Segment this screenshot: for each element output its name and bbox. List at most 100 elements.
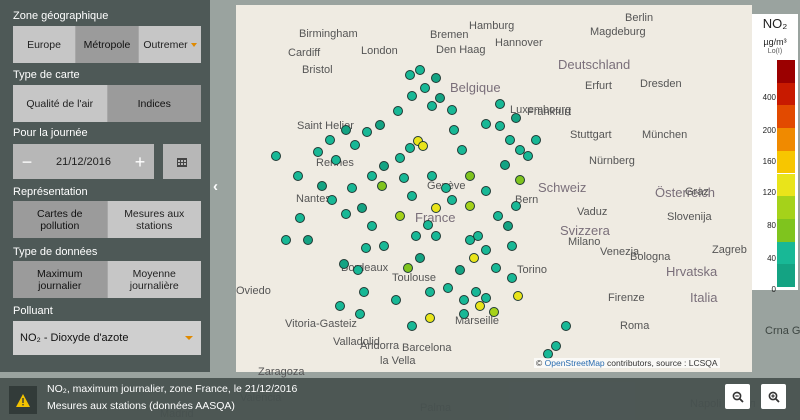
station-marker[interactable] [313, 147, 323, 157]
station-marker[interactable] [425, 313, 435, 323]
station-marker[interactable] [367, 171, 377, 181]
station-marker[interactable] [511, 113, 521, 123]
station-marker[interactable] [350, 140, 360, 150]
station-marker[interactable] [359, 287, 369, 297]
station-marker[interactable] [459, 295, 469, 305]
station-marker[interactable] [353, 265, 363, 275]
station-marker[interactable] [357, 203, 367, 213]
indices-button[interactable]: Indices [107, 85, 201, 122]
pollution-maps-button[interactable]: Cartes de pollution [13, 201, 108, 238]
station-marker[interactable] [317, 181, 327, 191]
station-marker[interactable] [513, 291, 523, 301]
station-marker[interactable] [403, 263, 413, 273]
zone-europe-button[interactable]: Europe [13, 26, 76, 63]
station-marker[interactable] [505, 135, 515, 145]
station-marker[interactable] [327, 195, 337, 205]
date-previous-button[interactable]: − [13, 153, 41, 171]
station-marker[interactable] [425, 287, 435, 297]
station-marker[interactable] [561, 321, 571, 331]
station-marker[interactable] [407, 191, 417, 201]
station-marker[interactable] [427, 171, 437, 181]
station-marker[interactable] [293, 171, 303, 181]
station-marker[interactable] [418, 141, 428, 151]
station-marker[interactable] [341, 209, 351, 219]
air-quality-button[interactable]: Qualité de l'air [13, 85, 108, 122]
station-marker[interactable] [495, 121, 505, 131]
station-marker[interactable] [459, 309, 469, 319]
station-marker[interactable] [447, 195, 457, 205]
daily-average-button[interactable]: Moyenne journalière [107, 261, 201, 298]
station-marker[interactable] [503, 221, 513, 231]
station-marker[interactable] [493, 211, 503, 221]
station-marker[interactable] [489, 307, 499, 317]
station-marker[interactable] [391, 295, 401, 305]
station-marker[interactable] [407, 91, 417, 101]
station-marker[interactable] [339, 259, 349, 269]
station-marker[interactable] [379, 161, 389, 171]
station-marker[interactable] [347, 183, 357, 193]
pollutant-select[interactable]: NO₂ - Dioxyde d'azote [13, 321, 201, 355]
station-marker[interactable] [481, 245, 491, 255]
station-marker[interactable] [295, 213, 305, 223]
station-marker[interactable] [449, 125, 459, 135]
station-marker[interactable] [475, 301, 485, 311]
station-marker[interactable] [355, 309, 365, 319]
zoom-in-button[interactable] [761, 384, 786, 409]
station-marker[interactable] [367, 221, 377, 231]
date-next-button[interactable]: + [126, 153, 154, 171]
station-marker[interactable] [500, 160, 510, 170]
station-marker[interactable] [415, 65, 425, 75]
station-marker[interactable] [491, 263, 501, 273]
station-marker[interactable] [271, 151, 281, 161]
station-marker[interactable] [405, 143, 415, 153]
station-marker[interactable] [507, 241, 517, 251]
station-marker[interactable] [331, 155, 341, 165]
station-marker[interactable] [303, 235, 313, 245]
station-marker[interactable] [407, 321, 417, 331]
station-marker[interactable] [405, 70, 415, 80]
station-marker[interactable] [420, 83, 430, 93]
station-marker[interactable] [481, 186, 491, 196]
station-marker[interactable] [531, 135, 541, 145]
station-marker[interactable] [447, 105, 457, 115]
station-marker[interactable] [465, 171, 475, 181]
station-marker[interactable] [457, 145, 467, 155]
station-marker[interactable] [435, 93, 445, 103]
station-marker[interactable] [511, 201, 521, 211]
station-marker[interactable] [465, 201, 475, 211]
station-marker[interactable] [443, 283, 453, 293]
station-marker[interactable] [495, 99, 505, 109]
date-value[interactable]: 21/12/2016 [41, 156, 126, 168]
station-marker[interactable] [441, 183, 451, 193]
station-marker[interactable] [411, 231, 421, 241]
station-marker[interactable] [427, 101, 437, 111]
station-marker[interactable] [471, 287, 481, 297]
station-marker[interactable] [341, 125, 351, 135]
station-marker[interactable] [465, 235, 475, 245]
calendar-button[interactable] [163, 144, 201, 179]
daily-max-button[interactable]: Maximum journalier [13, 261, 108, 298]
station-marker[interactable] [455, 265, 465, 275]
station-marker[interactable] [515, 175, 525, 185]
station-marker[interactable] [481, 119, 491, 129]
station-marker[interactable] [395, 153, 405, 163]
station-marker[interactable] [431, 73, 441, 83]
station-marker[interactable] [395, 211, 405, 221]
station-marker[interactable] [377, 181, 387, 191]
station-marker[interactable] [393, 106, 403, 116]
warning-button[interactable] [9, 386, 37, 414]
station-marker[interactable] [375, 120, 385, 130]
station-marker[interactable] [469, 253, 479, 263]
openstreetmap-link[interactable]: OpenStreetMap [545, 358, 605, 368]
station-marker[interactable] [415, 253, 425, 263]
station-marker[interactable] [431, 203, 441, 213]
station-marker[interactable] [379, 241, 389, 251]
station-marker[interactable] [551, 341, 561, 351]
station-marker[interactable] [335, 301, 345, 311]
station-measures-button[interactable]: Mesures aux stations [107, 201, 201, 238]
station-marker[interactable] [325, 135, 335, 145]
station-marker[interactable] [423, 220, 433, 230]
collapse-panel-icon[interactable]: ‹ [213, 178, 218, 195]
zoom-out-button[interactable] [725, 384, 750, 409]
station-marker[interactable] [362, 127, 372, 137]
